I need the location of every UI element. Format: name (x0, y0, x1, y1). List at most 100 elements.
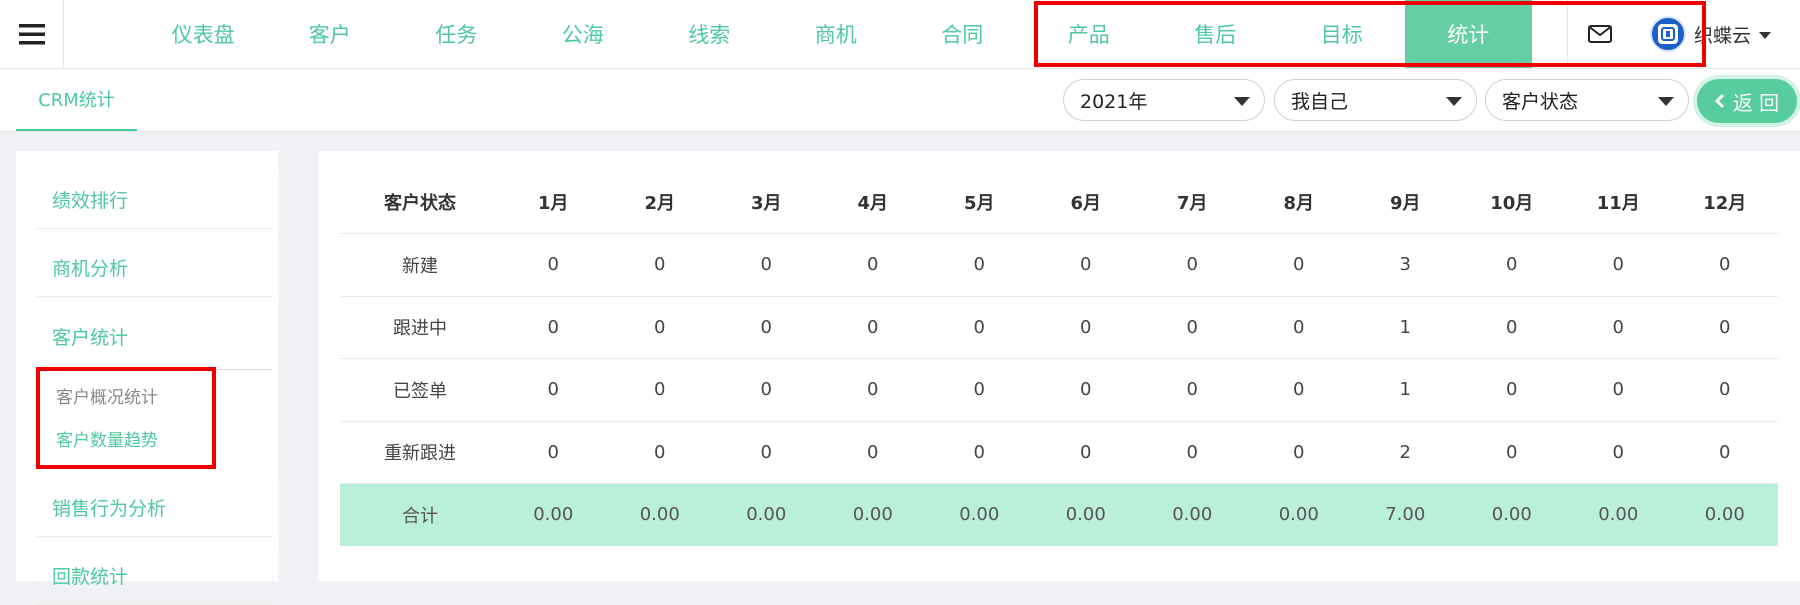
table-cell: 0 (547, 379, 559, 401)
column-header: 5月 (963, 193, 995, 214)
table-cell: 0 (760, 254, 772, 276)
table-cell: 0 (1186, 441, 1198, 463)
tab-crm-statistics[interactable]: CRM统计 (16, 69, 137, 131)
sidebar-item-performance-ranking[interactable]: 绩效排行 (36, 171, 272, 229)
total-cell: 7.00 (1385, 504, 1426, 526)
table-cell: 0 (654, 441, 666, 463)
sidebar-item-sales-behavior[interactable]: 销售行为分析 (36, 479, 272, 537)
table-cell: 0 (1719, 316, 1731, 338)
submenu-highlight-box (36, 367, 216, 469)
table-cell: 0 (973, 254, 985, 276)
year-select[interactable]: 2021年 (1063, 79, 1265, 121)
table-cell: 0 (1186, 379, 1198, 401)
table-total-row: 合计 0.00 0.00 0.00 0.00 0.00 0.00 0.00 0.00 7.00 0.… (340, 484, 1778, 546)
table-row: 跟进中 0 0 0 0 0 0 0 0 1 0 0 0 (340, 297, 1778, 359)
table-cell: 0 (654, 316, 666, 338)
table-cell: 0 (867, 254, 879, 276)
table-cell: 0 (760, 379, 772, 401)
table-cell: 0 (1506, 441, 1518, 463)
total-cell: 0.00 (639, 504, 680, 526)
table-cell: 0 (760, 441, 772, 463)
table-cell: 0 (760, 316, 772, 338)
stats-sidebar: 绩效排行 商机分析 客户统计 销售行为分析 回款统计 (16, 151, 278, 605)
column-header: 1月 (537, 193, 569, 214)
total-cell: 0.00 (1065, 504, 1106, 526)
table-cell: 0 (1080, 254, 1092, 276)
table-cell: 0 (1719, 379, 1731, 401)
total-cell: 0.00 (1704, 504, 1745, 526)
table-cell: 3 (1399, 254, 1411, 276)
nav-item-tasks[interactable]: 任务 (393, 0, 520, 68)
column-header: 客户状态 (384, 193, 456, 214)
stats-panel: 客户状态 1月 2月 3月 4月 5月 6月 7月 8月 9月 10月 11月 … (318, 151, 1800, 581)
nav-item-leads[interactable]: 线索 (646, 0, 773, 68)
table-cell: 0 (1506, 379, 1518, 401)
table-cell: 0 (547, 316, 559, 338)
hamburger-menu-icon[interactable] (0, 0, 64, 68)
customer-status-table: 客户状态 1月 2月 3月 4月 5月 6月 7月 8月 9月 10月 11月 … (340, 171, 1778, 546)
table-cell: 0 (1506, 316, 1518, 338)
column-header: 9月 (1389, 193, 1421, 214)
metric-select[interactable]: 客户状态 (1485, 79, 1689, 121)
chevron-down-icon (1446, 97, 1462, 106)
back-button-label: 返 回 (1732, 90, 1780, 115)
table-cell: 0 (1293, 316, 1305, 338)
table-cell: 0 (973, 379, 985, 401)
table-cell: 0 (1293, 254, 1305, 276)
table-row: 重新跟进 0 0 0 0 0 0 0 0 2 0 0 0 (340, 422, 1778, 484)
table-row: 新建 0 0 0 0 0 0 0 0 3 0 0 0 (340, 234, 1778, 297)
scope-select[interactable]: 我自己 (1274, 79, 1477, 121)
total-cell: 0.00 (1598, 504, 1639, 526)
column-header: 11月 (1596, 193, 1640, 214)
table-cell: 0 (1612, 441, 1624, 463)
filters-highlight-box (1034, 1, 1706, 67)
row-label: 已签单 (393, 380, 447, 402)
table-cell: 0 (1080, 316, 1092, 338)
scope-select-value: 我自己 (1291, 90, 1349, 113)
nav-item-public-pool[interactable]: 公海 (520, 0, 647, 68)
table-cell: 1 (1399, 379, 1411, 401)
chevron-down-icon (1234, 97, 1250, 106)
table-cell: 0 (1186, 316, 1198, 338)
back-button[interactable]: 返 回 (1697, 79, 1797, 123)
total-cell: 0.00 (1172, 504, 1213, 526)
table-cell: 0 (973, 441, 985, 463)
total-cell: 0.00 (1491, 504, 1532, 526)
row-label: 重新跟进 (384, 443, 456, 465)
sidebar-item-payment-statistics[interactable]: 回款统计 (36, 547, 272, 605)
column-header: 12月 (1703, 193, 1747, 214)
row-label: 新建 (402, 255, 438, 277)
nav-item-opportunities[interactable]: 商机 (773, 0, 900, 68)
column-header: 3月 (750, 193, 782, 214)
column-header: 2月 (644, 193, 676, 214)
table-cell: 0 (1293, 379, 1305, 401)
column-header: 10月 (1490, 193, 1534, 214)
column-header: 4月 (857, 193, 889, 214)
table-cell: 0 (547, 441, 559, 463)
table-cell: 0 (1612, 316, 1624, 338)
table-cell: 0 (1080, 441, 1092, 463)
table-cell: 0 (867, 441, 879, 463)
total-cell: 0.00 (959, 504, 1000, 526)
nav-item-customers[interactable]: 客户 (267, 0, 394, 68)
sidebar-item-opportunity-analysis[interactable]: 商机分析 (36, 239, 272, 297)
total-label: 合计 (402, 505, 438, 527)
table-cell: 0 (1080, 379, 1092, 401)
table-cell: 0 (1719, 254, 1731, 276)
chevron-left-icon (1714, 93, 1725, 109)
caret-down-icon[interactable] (1759, 25, 1772, 44)
chevron-down-icon (1658, 97, 1674, 106)
sidebar-item-customer-statistics[interactable]: 客户统计 (36, 307, 272, 365)
table-cell: 0 (1719, 441, 1731, 463)
table-cell: 0 (1612, 379, 1624, 401)
table-cell: 0 (1506, 254, 1518, 276)
table-cell: 0 (547, 254, 559, 276)
table-cell: 0 (654, 254, 666, 276)
nav-item-contracts[interactable]: 合同 (899, 0, 1026, 68)
table-header-row: 客户状态 1月 2月 3月 4月 5月 6月 7月 8月 9月 10月 11月 … (340, 171, 1778, 234)
table-cell: 2 (1399, 441, 1411, 463)
year-select-value: 2021年 (1080, 90, 1148, 113)
table-cell: 0 (867, 316, 879, 338)
nav-item-dashboard[interactable]: 仪表盘 (140, 0, 267, 68)
table-row: 已签单 0 0 0 0 0 0 0 0 1 0 0 0 (340, 359, 1778, 422)
